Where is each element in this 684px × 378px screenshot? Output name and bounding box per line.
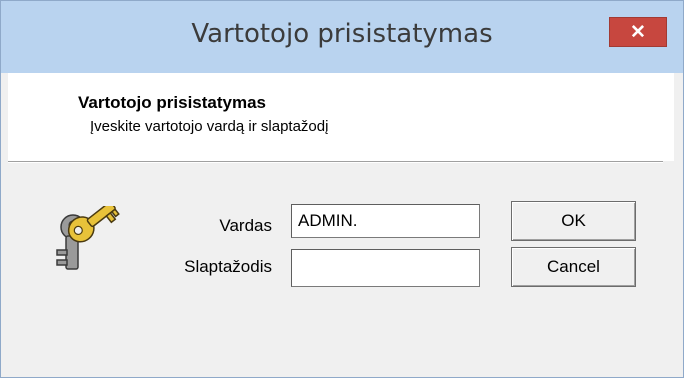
ok-button[interactable]: OK xyxy=(511,201,636,241)
keys-icon xyxy=(56,206,120,270)
header-title: Vartotojo prisistatymas xyxy=(78,93,267,112)
title-bar[interactable]: Vartotojo prisistatymas ✕ xyxy=(1,1,683,73)
close-icon: ✕ xyxy=(630,22,646,43)
password-field[interactable] xyxy=(291,249,480,287)
divider xyxy=(8,161,663,163)
header-panel: Vartotojo prisistatymas Įveskite vartoto… xyxy=(8,73,674,161)
window-title: Vartotojo prisistatymas xyxy=(191,19,493,49)
cancel-button[interactable]: Cancel xyxy=(511,247,636,287)
login-dialog: Vartotojo prisistatymas ✕ Vartotojo pris… xyxy=(0,0,684,378)
header-subtitle: Įveskite vartotojo vardą ir slaptažodį xyxy=(90,118,329,135)
close-button[interactable]: ✕ xyxy=(609,17,667,47)
username-field[interactable] xyxy=(291,204,480,238)
username-label: Vardas xyxy=(219,216,272,235)
password-label: Slaptažodis xyxy=(184,257,272,276)
